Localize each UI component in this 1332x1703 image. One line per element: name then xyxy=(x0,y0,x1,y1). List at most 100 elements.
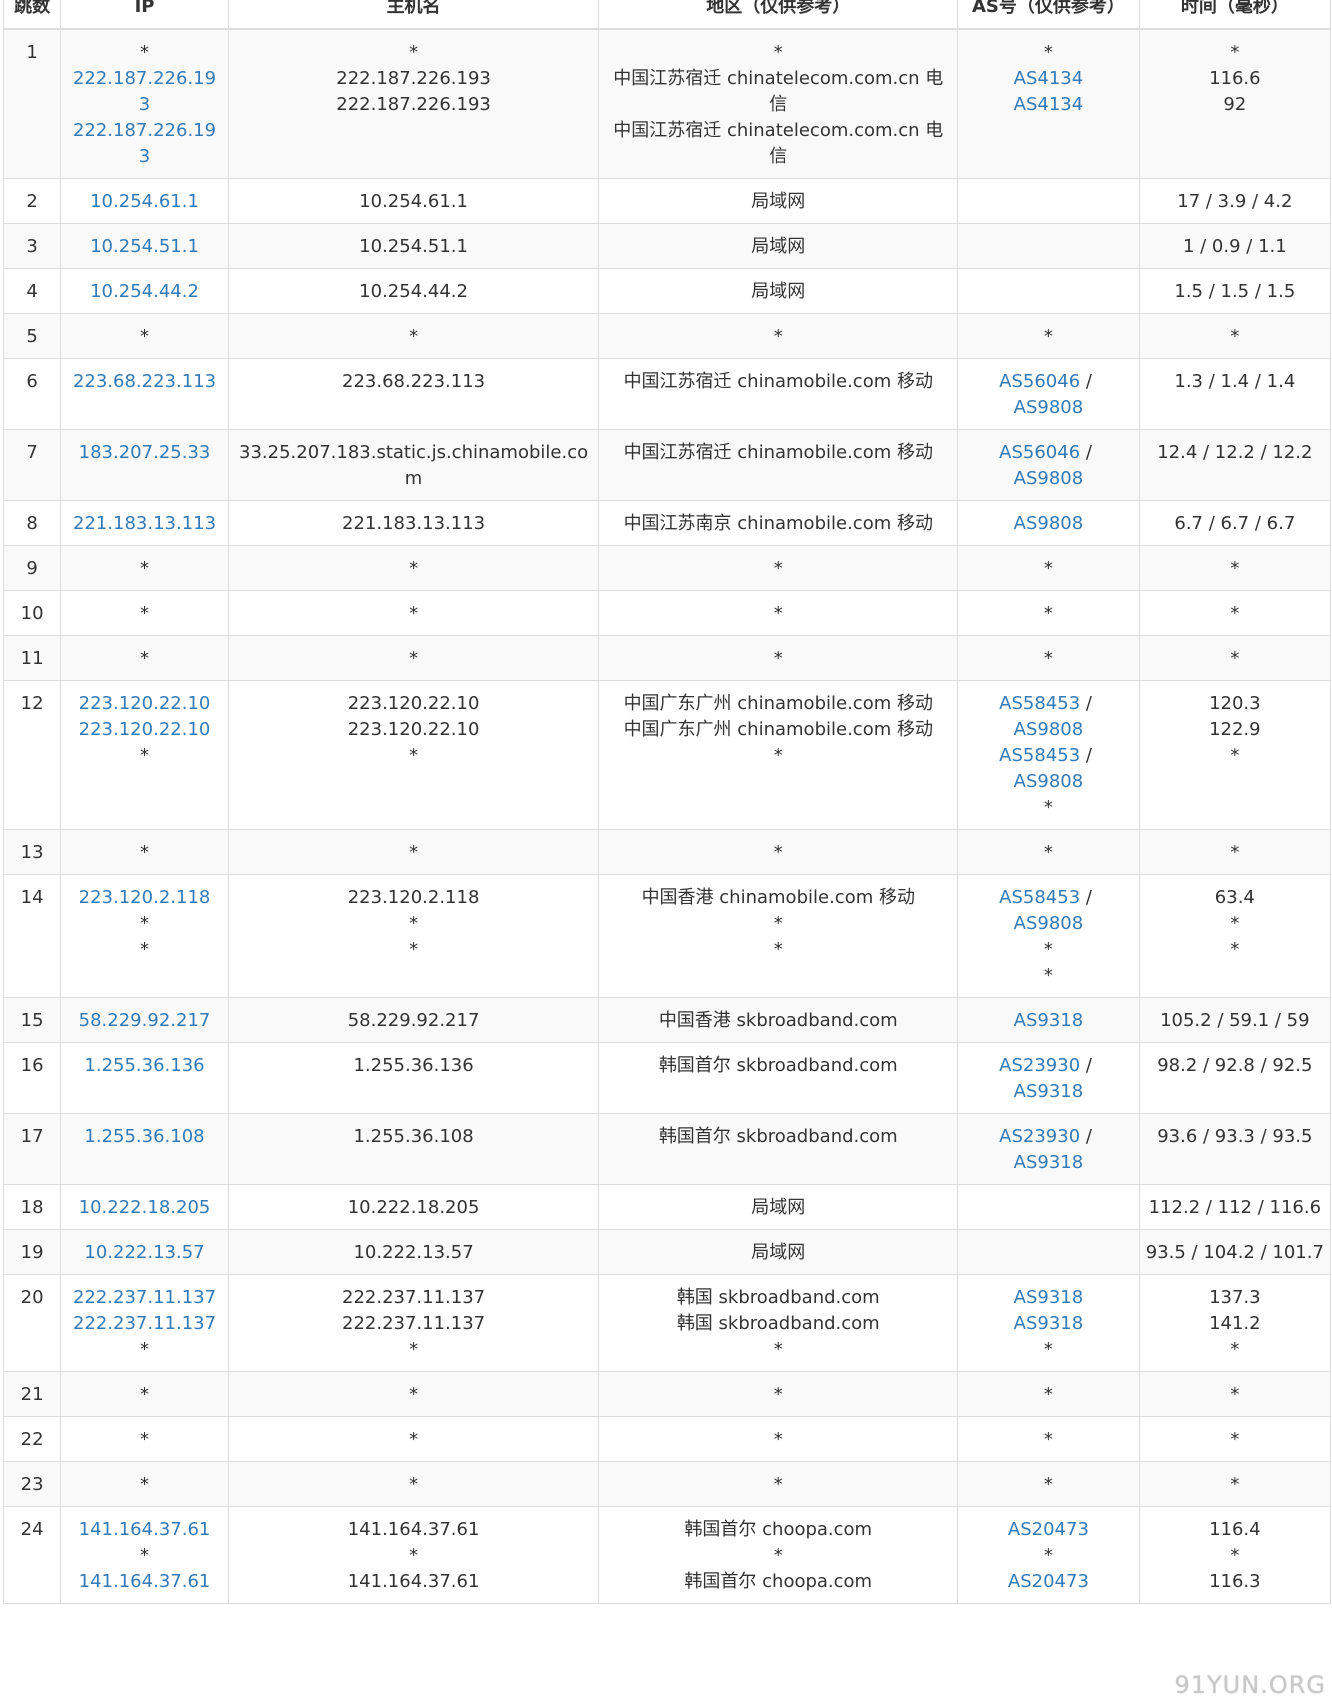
asn-link[interactable]: AS20473 xyxy=(1008,1519,1089,1540)
asn-link[interactable]: AS9318 xyxy=(1014,1081,1084,1102)
cell-hostname: 10.254.61.1 xyxy=(227,178,600,224)
ip-link[interactable]: 10.254.61.1 xyxy=(67,189,221,215)
cell-time: 93.6 / 93.3 / 93.5 xyxy=(1138,1113,1332,1185)
cell-hop: 6 xyxy=(2,358,62,430)
cell-time: 93.5 / 104.2 / 101.7 xyxy=(1138,1229,1332,1275)
asn-line: * xyxy=(964,646,1133,672)
asn-link[interactable]: AS9808 xyxy=(1014,468,1084,489)
table-row: 6 223.68.223.113 223.68.223.113 中国江苏宿迁 chin… xyxy=(2,358,1332,430)
asn-line: AS9318 xyxy=(964,1079,1133,1105)
ip-link[interactable]: 223.120.2.118 xyxy=(67,885,221,911)
cell-region: * 中国江苏宿迁 chinatelecom.com.cn 电信 中国江苏宿迁 chi… xyxy=(598,28,959,179)
ip-link[interactable]: 223.120.22.10 xyxy=(67,691,221,717)
cell-hostname-line: * xyxy=(409,558,419,579)
cell-hostname: 223.120.2.118 * * xyxy=(227,874,600,998)
ip-link[interactable]: 222.237.11.137 xyxy=(67,1285,221,1311)
cell-region-line: 中国广东广州 chinamobile.com 移动 xyxy=(623,693,933,714)
cell-region-line: * xyxy=(773,913,783,934)
cell-time: * xyxy=(1138,590,1332,636)
cell-ip-line: * xyxy=(140,1429,149,1450)
asn-link[interactable]: AS4134 xyxy=(1014,94,1084,115)
table-row: 3 10.254.51.1 10.254.51.1 局域网 1 / 0.9 / 1.1 xyxy=(2,223,1332,269)
table-row: 21 * * * * * xyxy=(2,1371,1332,1417)
cell-asn: AS58453 / AS9808 * * xyxy=(957,874,1140,998)
asn-link[interactable]: AS9318 xyxy=(1014,1313,1084,1334)
cell-time-line: * xyxy=(1230,1429,1240,1450)
asn-line: * xyxy=(964,795,1133,821)
ip-link[interactable]: 183.207.25.33 xyxy=(67,440,221,466)
asn-link[interactable]: AS58453 xyxy=(999,887,1080,908)
asn-link[interactable]: AS56046 xyxy=(999,371,1080,392)
ip-link[interactable]: 221.183.13.113 xyxy=(67,511,221,537)
cell-region: 局域网 xyxy=(598,223,959,269)
cell-asn: * xyxy=(957,1416,1140,1462)
cell-time-line: 116.6 xyxy=(1209,68,1261,89)
asn-line: AS58453 / xyxy=(964,885,1133,911)
ip-link[interactable]: 141.164.37.61 xyxy=(67,1569,221,1595)
table-row: 17 1.255.36.108 1.255.36.108 韩国首尔 skbroadba… xyxy=(2,1113,1332,1185)
cell-asn: * AS4134 AS4134 xyxy=(957,28,1140,179)
cell-ip-line: * xyxy=(140,842,149,863)
asn-link[interactable]: AS58453 xyxy=(999,693,1080,714)
cell-hostname: * xyxy=(227,1461,600,1507)
asn-link[interactable]: AS4134 xyxy=(1014,68,1084,89)
cell-region-line: 中国广东广州 chinamobile.com 移动 xyxy=(623,719,933,740)
ip-link[interactable]: 10.222.18.205 xyxy=(67,1195,221,1221)
asn-line: AS4134 xyxy=(964,66,1133,92)
cell-region-line: 中国江苏宿迁 chinamobile.com 移动 xyxy=(623,442,933,463)
cell-region: 中国江苏宿迁 chinamobile.com 移动 xyxy=(598,429,959,501)
asn-link[interactable]: AS9318 xyxy=(1014,1010,1084,1031)
cell-ip: 223.68.223.113 xyxy=(60,358,229,430)
ip-link[interactable]: 222.237.11.137 xyxy=(67,1311,221,1337)
cell-hostname-line: * xyxy=(409,745,419,766)
ip-link[interactable]: 10.222.13.57 xyxy=(67,1240,221,1266)
asn-link[interactable]: AS9808 xyxy=(1014,513,1084,534)
cell-ip: 183.207.25.33 xyxy=(60,429,229,501)
ip-link[interactable]: 1.255.36.108 xyxy=(67,1124,221,1150)
cell-time-line: 116.4 xyxy=(1209,1519,1261,1540)
asn-link[interactable]: AS23930 xyxy=(999,1055,1080,1076)
ip-link[interactable]: 223.120.22.10 xyxy=(67,717,221,743)
ip-link[interactable]: 222.187.226.193 xyxy=(67,118,221,170)
cell-hop: 21 xyxy=(2,1371,62,1417)
cell-hostname: * xyxy=(227,545,600,591)
asn-link[interactable]: AS9808 xyxy=(1014,719,1084,740)
cell-hostname: 223.68.223.113 xyxy=(227,358,600,430)
asn-link[interactable]: AS9808 xyxy=(1014,771,1084,792)
cell-ip-line: * xyxy=(140,1474,149,1495)
asn-link[interactable]: AS23930 xyxy=(999,1126,1080,1147)
cell-time-line: 1.5 / 1.5 / 1.5 xyxy=(1174,281,1296,302)
asn-separator: * xyxy=(1043,1339,1053,1360)
cell-time: * xyxy=(1138,1416,1332,1462)
cell-region-line: * xyxy=(773,558,783,579)
ip-link[interactable]: 1.255.36.136 xyxy=(67,1053,221,1079)
ip-link[interactable]: 141.164.37.61 xyxy=(67,1517,221,1543)
cell-hop: 14 xyxy=(2,874,62,998)
ip-link[interactable]: 223.68.223.113 xyxy=(67,369,221,395)
cell-region-line: 中国江苏宿迁 chinatelecom.com.cn 电信 xyxy=(613,120,944,167)
cell-ip: 58.229.92.217 xyxy=(60,997,229,1043)
asn-link[interactable]: AS9808 xyxy=(1014,913,1084,934)
cell-hostname: 10.222.18.205 xyxy=(227,1184,600,1230)
ip-link[interactable]: 10.254.51.1 xyxy=(67,234,221,260)
asn-link[interactable]: AS56046 xyxy=(999,442,1080,463)
asn-link[interactable]: AS9318 xyxy=(1014,1287,1084,1308)
asn-link[interactable]: AS20473 xyxy=(1008,1571,1089,1592)
cell-time: 105.2 / 59.1 / 59 xyxy=(1138,997,1332,1043)
ip-link[interactable]: 58.229.92.217 xyxy=(67,1008,221,1034)
cell-hostname-line: * xyxy=(409,913,419,934)
ip-link[interactable]: 222.187.226.193 xyxy=(67,66,221,118)
cell-time-line: * xyxy=(1230,1339,1240,1360)
cell-region-line: 中国香港 skbroadband.com xyxy=(658,1010,898,1031)
asn-link[interactable]: AS9318 xyxy=(1014,1152,1084,1173)
cell-region-line: 局域网 xyxy=(751,1197,806,1218)
cell-hostname: 1.255.36.108 xyxy=(227,1113,600,1185)
cell-asn: AS56046 / AS9808 xyxy=(957,429,1140,501)
table-row: 15 58.229.92.217 58.229.92.217 中国香港 skbroad… xyxy=(2,997,1332,1043)
cell-ip: * xyxy=(60,313,229,359)
cell-region-line: * xyxy=(773,842,783,863)
ip-link[interactable]: 10.254.44.2 xyxy=(67,279,221,305)
cell-time-line: 1.3 / 1.4 / 1.4 xyxy=(1174,371,1296,392)
asn-link[interactable]: AS58453 xyxy=(999,745,1080,766)
asn-link[interactable]: AS9808 xyxy=(1014,397,1084,418)
